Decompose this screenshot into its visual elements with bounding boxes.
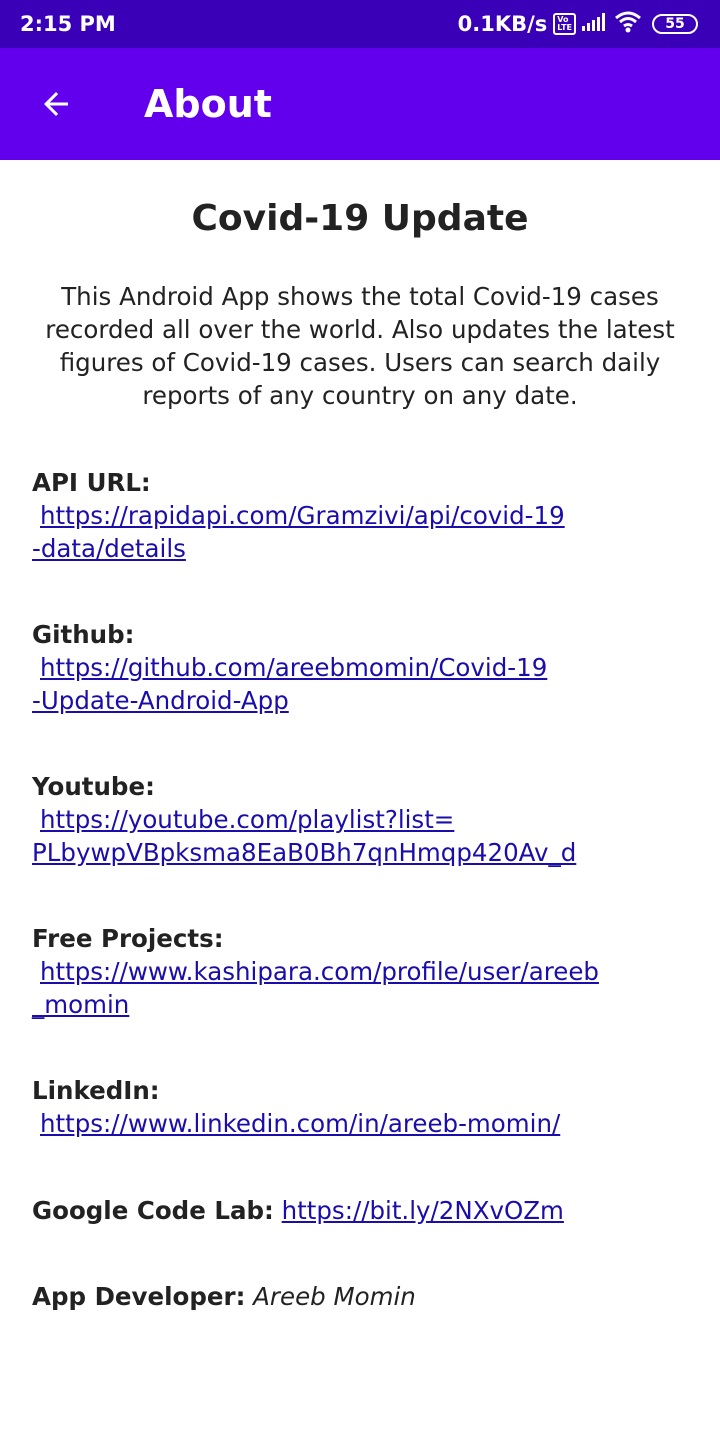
status-icons: 0.1KB/s Vo LTE 55 (458, 11, 698, 38)
youtube-link[interactable]: https://youtube.com/playlist?list= PLbyw… (32, 803, 692, 869)
battery-icon: 55 (652, 14, 698, 34)
free-projects-link[interactable]: https://www.kashipara.com/profile/user/a… (32, 955, 692, 1021)
network-speed: 0.1KB/s (457, 12, 548, 36)
free-projects-label: Free Projects: (32, 924, 224, 953)
status-bar: 2:15 PM 0.1KB/s Vo LTE 55 (0, 0, 720, 48)
free-projects-section: Free Projects: https://www.kashipara.com… (32, 922, 692, 1021)
volte-icon: Vo LTE (553, 13, 576, 35)
arrow-back-icon (44, 92, 68, 116)
github-link[interactable]: https://github.com/areebmomin/Covid-19 -… (32, 651, 692, 717)
wifi-icon (614, 11, 642, 38)
github-section: Github: https://github.com/areebmomin/Co… (32, 618, 692, 717)
linkedin-line1: https://www.linkedin.com/in/areeb-momin/ (40, 1109, 561, 1138)
free-projects-line1: https://www.kashipara.com/profile/user/a… (40, 957, 599, 986)
youtube-line1: https://youtube.com/playlist?list= (40, 805, 455, 834)
code-lab-section: Google Code Lab: https://bit.ly/2NXvOZm (32, 1194, 692, 1227)
code-lab-link[interactable]: https://bit.ly/2NXvOZm (282, 1196, 564, 1225)
developer-name: Areeb Momin (253, 1282, 416, 1311)
linkedin-link[interactable]: https://www.linkedin.com/in/areeb-momin/ (32, 1107, 692, 1140)
api-url-label: API URL: (32, 468, 151, 497)
api-url-line1: https://rapidapi.com/Gramzivi/api/covid-… (40, 501, 565, 530)
api-url-line2: -data/details (32, 534, 186, 563)
developer-section: App Developer: Areeb Momin (32, 1280, 692, 1313)
status-time: 2:15 PM (20, 12, 116, 36)
linkedin-label: LinkedIn: (32, 1076, 160, 1105)
page-title: About (144, 82, 272, 126)
github-label: Github: (32, 620, 135, 649)
signal-icon (582, 12, 608, 36)
code-lab-label: Google Code Lab: (32, 1196, 274, 1225)
api-url-link[interactable]: https://rapidapi.com/Gramzivi/api/covid-… (32, 499, 692, 565)
api-url-section: API URL: https://rapidapi.com/Gramzivi/a… (32, 466, 692, 565)
back-button[interactable] (30, 78, 82, 130)
youtube-line2: PLbywpVBpksma8EaB0Bh7qnHmqp420Av_d (32, 838, 577, 867)
developer-label: App Developer: (32, 1282, 246, 1311)
youtube-label: Youtube: (32, 772, 155, 801)
app-bar: About (0, 48, 720, 160)
github-line1: https://github.com/areebmomin/Covid-19 (40, 653, 548, 682)
youtube-section: Youtube: https://youtube.com/playlist?li… (32, 770, 692, 869)
linkedin-section: LinkedIn: https://www.linkedin.com/in/ar… (32, 1074, 692, 1140)
github-line2: -Update-Android-App (32, 686, 289, 715)
free-projects-line2: _momin (32, 990, 130, 1019)
app-headline: Covid-19 Update (191, 198, 529, 239)
app-description: This Android App shows the total Covid-1… (45, 282, 675, 410)
